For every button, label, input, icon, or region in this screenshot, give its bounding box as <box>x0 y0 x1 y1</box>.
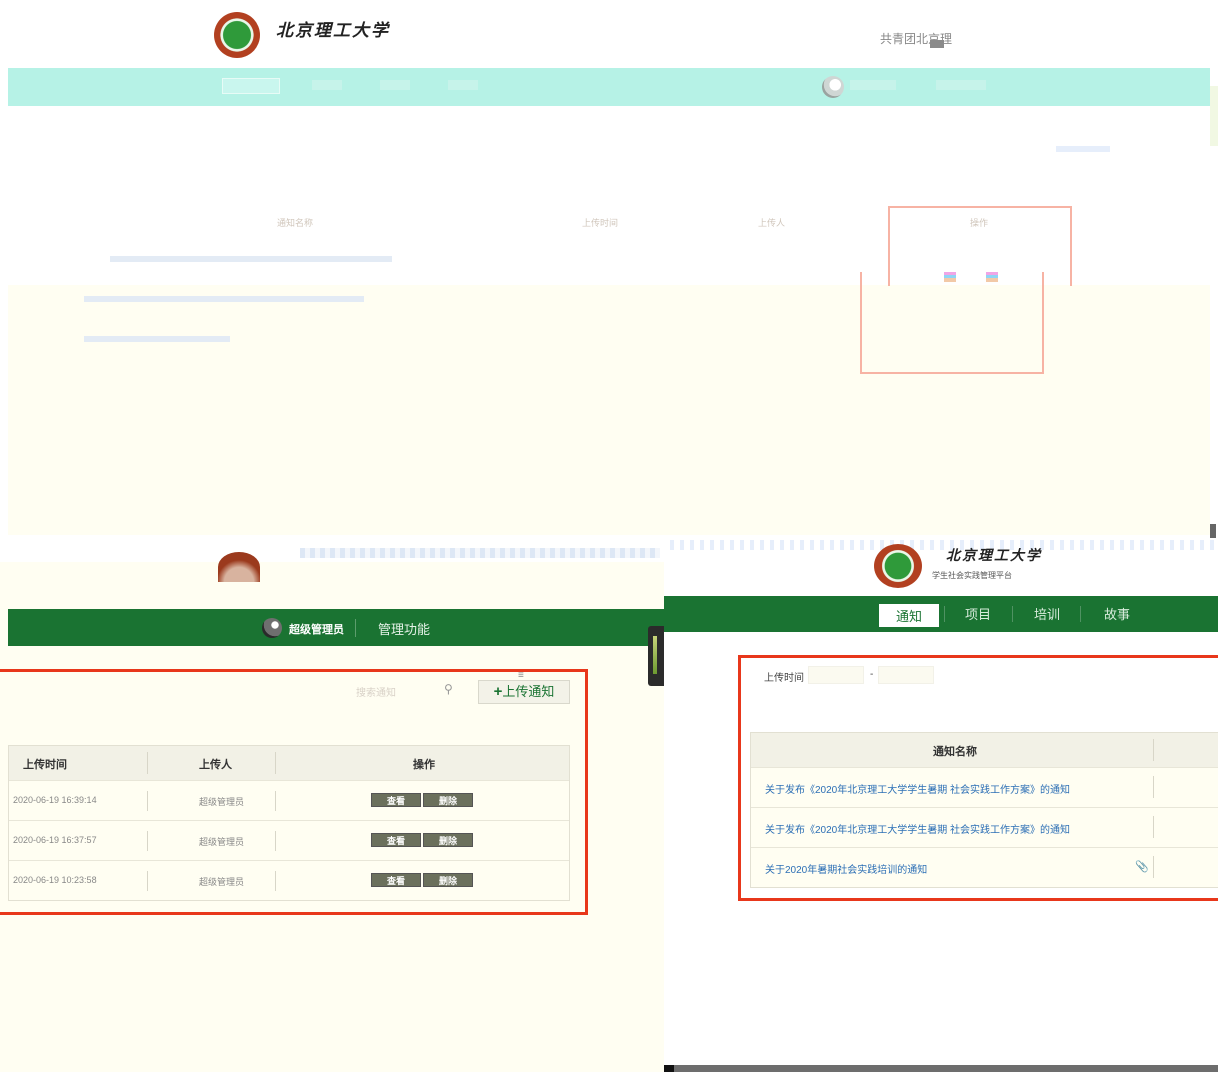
column-divider <box>275 752 276 774</box>
date-separator: - <box>870 669 874 680</box>
column-divider <box>1153 856 1154 878</box>
table-row: 关于2020年暑期社会实践培训的通知 📎 <box>751 847 1218 887</box>
column-divider <box>275 791 276 811</box>
gauge-fill <box>653 636 657 674</box>
notice-link[interactable]: 关于2020年暑期社会实践培训的通知 <box>765 861 927 876</box>
top-nav-user[interactable] <box>850 80 896 90</box>
university-logo <box>214 12 260 58</box>
top-nav-tab[interactable] <box>380 80 410 90</box>
top-nav-bar <box>8 68 1210 106</box>
column-divider <box>1153 816 1154 838</box>
start-date-input[interactable] <box>808 666 864 684</box>
top-nav-tab[interactable] <box>312 80 342 90</box>
edge-marker <box>1210 524 1216 538</box>
university-logo <box>218 552 260 582</box>
scrollbar[interactable] <box>1210 86 1218 146</box>
admin-screenshot-panel: 超级管理员 管理功能 搜索通知 ⚲ ≡ +上传通知 上传时间 上传人 操作 20… <box>0 540 664 1072</box>
th-action: 操作 <box>413 759 435 771</box>
header-artifact <box>300 548 660 558</box>
search-icon[interactable]: ⚲ <box>444 682 453 696</box>
upload-time: 2020-06-19 16:39:14 <box>13 795 97 805</box>
highlight-box <box>860 272 1044 374</box>
admin-menu-link[interactable]: 管理功能 <box>378 619 430 638</box>
nav-divider <box>944 606 945 622</box>
column-divider <box>1153 776 1154 798</box>
paperclip-icon[interactable]: 📎 <box>1135 860 1149 873</box>
main-nav-bar <box>664 596 1218 632</box>
tab-project[interactable]: 项目 <box>965 604 991 623</box>
top-th-name: 通知名称 <box>277 218 314 228</box>
table-header: 上传时间 上传人 操作 <box>9 746 569 780</box>
user-name[interactable]: 超级管理员 <box>289 621 344 637</box>
notice-screenshot-panel: 北京理工大学 学生社会实践管理平台 通知 项目 培训 故事 上传时间 - 通知名… <box>664 540 1218 1072</box>
org-name-artifact <box>930 40 944 48</box>
column-divider <box>275 871 276 891</box>
view-button[interactable]: 查看 <box>371 833 421 847</box>
action-button-artifact[interactable] <box>986 272 998 282</box>
end-date-input[interactable] <box>878 666 934 684</box>
notice-link[interactable]: 关于发布《2020年北京理工大学学生暑期 社会实践工作方案》的通知 <box>765 821 1070 836</box>
notice-link[interactable]: 关于发布《2020年北京理工大学学生暑期 社会实践工作方案》的通知 <box>765 781 1070 796</box>
uploader: 超级管理员 <box>199 877 245 887</box>
th-upload-time: 上传时间 <box>23 759 67 771</box>
level-gauge-widget <box>648 626 664 686</box>
nav-divider <box>1080 606 1081 622</box>
top-nav-active-tab[interactable] <box>222 78 280 94</box>
table-row: 关于发布《2020年北京理工大学学生暑期 社会实践工作方案》的通知 <box>751 807 1218 847</box>
column-divider <box>147 871 148 891</box>
delete-button[interactable]: 删除 <box>423 793 473 807</box>
avatar[interactable] <box>262 618 282 638</box>
upload-notice-label: 上传通知 <box>502 684 555 699</box>
uploader: 超级管理员 <box>199 837 245 847</box>
column-divider <box>147 752 148 774</box>
top-row-link[interactable] <box>84 296 364 302</box>
th-notice-name: 通知名称 <box>933 746 977 758</box>
delete-button[interactable]: 删除 <box>423 833 473 847</box>
avatar[interactable] <box>822 76 844 98</box>
view-button[interactable]: 查看 <box>371 793 421 807</box>
uploader: 超级管理员 <box>199 797 245 807</box>
delete-button[interactable]: 删除 <box>423 873 473 887</box>
column-divider <box>275 831 276 851</box>
upload-time: 2020-06-19 10:23:58 <box>13 875 97 885</box>
table-row: 2020-06-19 16:39:14 超级管理员 查看 删除 <box>9 780 569 820</box>
brand-subtitle: 学生社会实践管理平台 <box>932 571 1012 580</box>
top-row-link[interactable] <box>110 256 392 262</box>
column-divider <box>147 831 148 851</box>
search-input[interactable]: 搜索通知 <box>356 684 396 699</box>
upload-time: 2020-06-19 16:37:57 <box>13 835 97 845</box>
top-nav-tab[interactable] <box>448 80 478 90</box>
upload-notice-button[interactable]: +上传通知 <box>478 680 570 704</box>
table-row: 2020-06-19 16:37:57 超级管理员 查看 删除 <box>9 820 569 860</box>
top-row-link[interactable] <box>84 336 230 342</box>
top-th-time: 上传时间 <box>582 218 619 228</box>
filter-time-label: 上传时间 <box>764 673 804 684</box>
table-row: 关于发布《2020年北京理工大学学生暑期 社会实践工作方案》的通知 <box>751 767 1218 807</box>
view-button[interactable]: 查看 <box>371 873 421 887</box>
top-nav-admin[interactable] <box>936 80 986 90</box>
column-divider <box>147 791 148 811</box>
horizontal-scrollbar[interactable] <box>674 1065 1218 1072</box>
table-header: 通知名称 <box>751 733 1218 767</box>
notice-table: 上传时间 上传人 操作 2020-06-19 16:39:14 超级管理员 查看… <box>8 745 570 901</box>
nav-divider <box>355 619 356 637</box>
tab-notice[interactable]: 通知 <box>879 604 940 627</box>
notice-table: 通知名称 关于发布《2020年北京理工大学学生暑期 社会实践工作方案》的通知 关… <box>750 732 1218 888</box>
th-uploader: 上传人 <box>199 759 232 771</box>
action-button-artifact[interactable] <box>944 272 956 282</box>
tab-training[interactable]: 培训 <box>1034 604 1060 623</box>
nav-divider <box>1012 606 1013 622</box>
top-th-uploader: 上传人 <box>758 218 786 228</box>
top-screenshot-panel: 北京理工大学 共青团北京理 通知名称 上传时间 上传人 操作 <box>0 0 1218 540</box>
university-logo <box>874 544 922 588</box>
brand-title: 北京理工大学 <box>276 21 390 41</box>
brand-title: 北京理工大学 <box>946 548 1042 564</box>
top-filter-ghost <box>1056 146 1110 152</box>
column-divider <box>1153 739 1154 761</box>
tab-story[interactable]: 故事 <box>1104 604 1130 623</box>
table-row: 2020-06-19 10:23:58 超级管理员 查看 删除 <box>9 860 569 900</box>
header-artifact <box>664 540 1218 550</box>
